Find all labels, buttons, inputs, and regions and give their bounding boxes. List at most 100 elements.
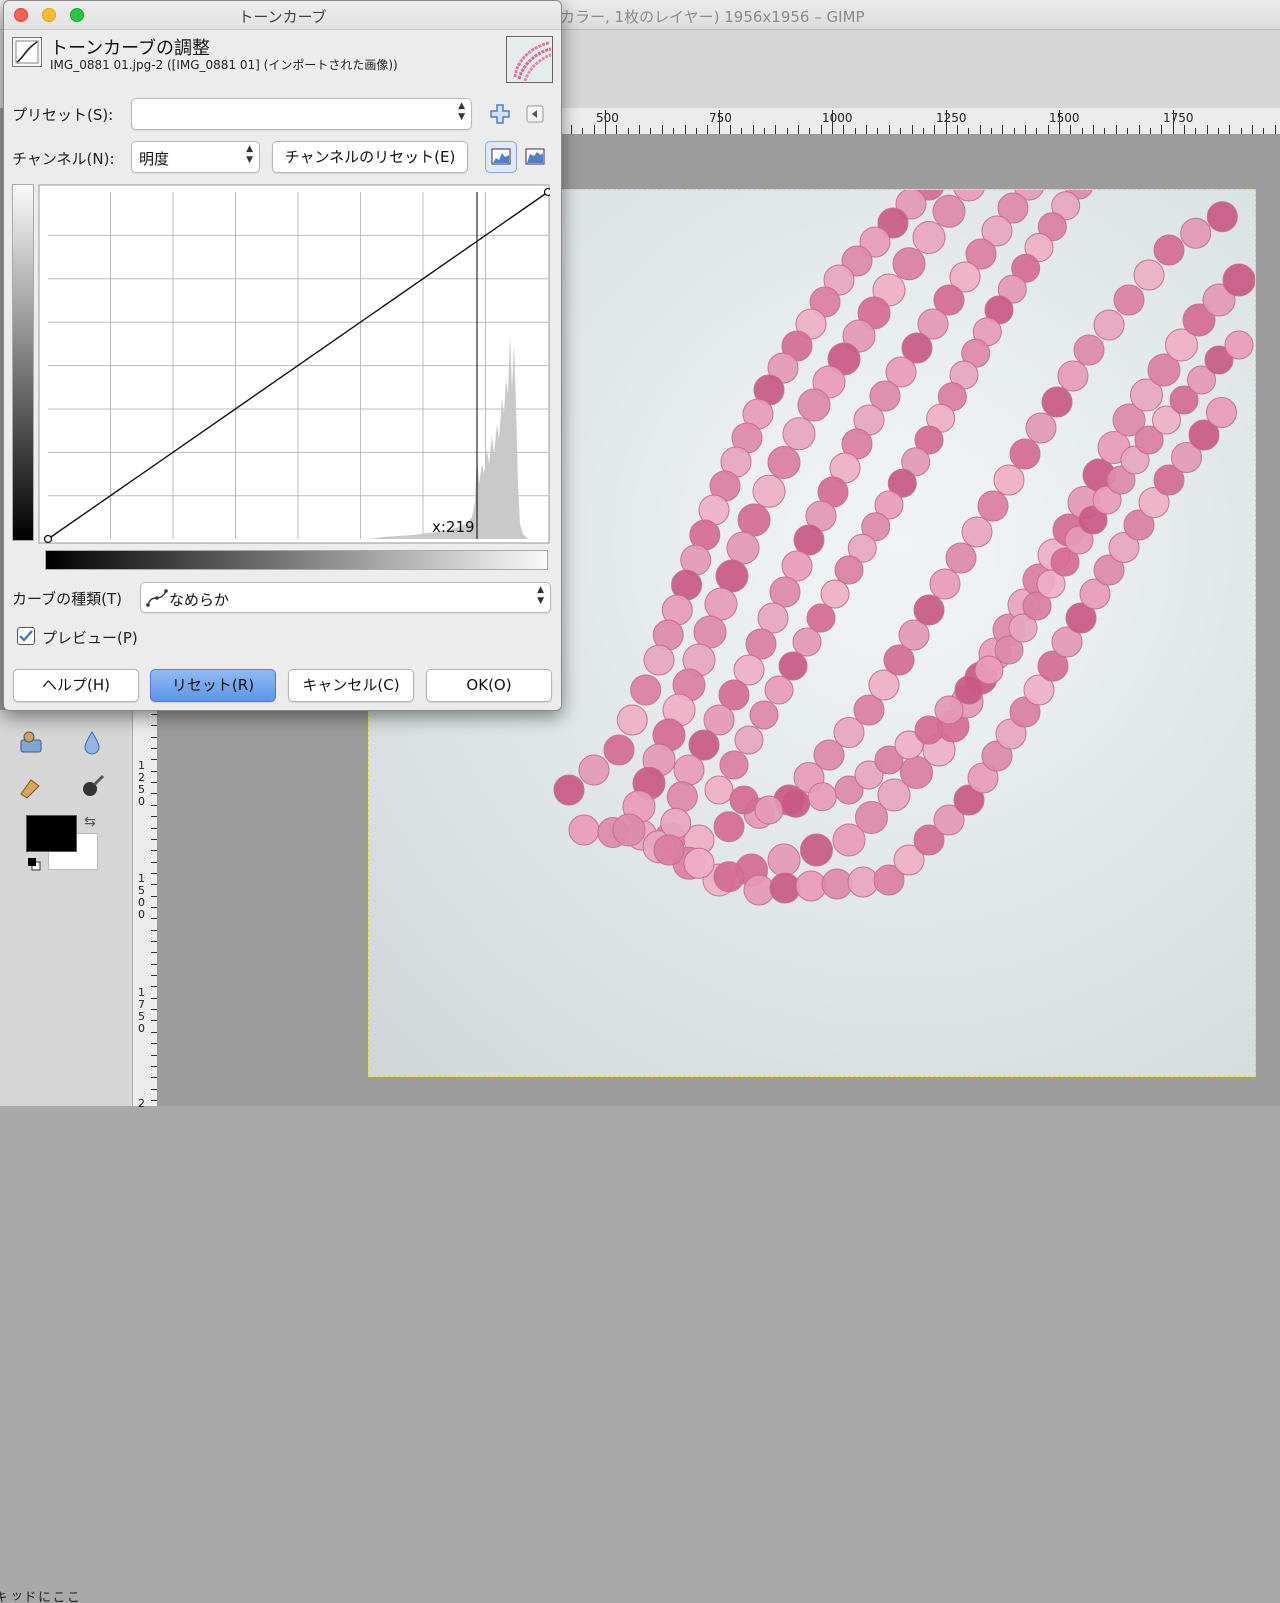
foreground-color-swatch[interactable] [26,815,77,852]
vertical-ruler-label: 1 7 5 0 [138,986,145,1035]
ruler-tick [900,128,902,134]
ruler-tick [151,1099,157,1101]
ruler-tick [729,125,731,134]
bead [834,555,864,585]
ok-button[interactable]: OK(O) [426,669,552,702]
bead [673,754,705,786]
bead [553,774,585,806]
ruler-tick [695,128,697,134]
default-colors-icon[interactable] [27,856,41,871]
bead [1206,397,1237,428]
bead [1093,309,1125,341]
linear-histogram-toggle-icon[interactable] [485,141,517,173]
ruler-tick [1002,125,1004,134]
ruler-tick [582,128,584,134]
curve-type-combo[interactable]: なめらか ▲ ▼ [140,582,551,613]
ruler-tick [1013,128,1015,134]
reset-channel-button[interactable]: チャンネルのリセット(E) [272,141,468,173]
dodge-burn-tool-icon[interactable] [78,772,106,800]
bead [912,221,946,254]
bead [781,550,813,582]
bead [929,568,961,600]
curve-point-white[interactable] [543,187,551,197]
ruler-tick [820,125,822,134]
ruler-tick [1229,125,1231,134]
ruler-label-500: 500 [596,111,619,125]
swap-colors-icon[interactable]: ⇆ [84,814,96,830]
add-preset-icon[interactable] [489,103,511,125]
ruler-tick [1070,125,1072,134]
ruler-tick [832,110,834,134]
ruler-tick [866,125,868,134]
ruler-label-1500: 1500 [1049,111,1080,125]
curve-point-black[interactable] [43,534,53,544]
horizontal-ruler[interactable]: 500 750 1000 1250 1500 1750 [560,108,1280,135]
bead [734,725,764,755]
ruler-tick [763,128,765,134]
preset-label: プリセット(S): [12,106,114,124]
ruler-tick [752,125,754,134]
ruler-tick [1161,125,1163,134]
ruler-label-1250: 1250 [936,111,967,125]
cancel-button[interactable]: キャンセル(C) [288,669,414,702]
ruler-tick [571,125,572,134]
bead [603,734,635,766]
ruler-tick [888,125,890,134]
ruler-tick [673,128,675,134]
ruler-tick [945,110,947,134]
bead [719,750,749,780]
bead [892,247,926,281]
ruler-label-750: 750 [709,111,732,125]
reset-button[interactable]: リセット(R) [150,669,276,702]
clone-stamp-tool-icon[interactable] [17,728,45,756]
bead [757,602,789,634]
ruler-tick [627,128,629,134]
preview-label: プレビュー(P) [42,629,138,647]
bead [797,388,831,422]
help-button[interactable]: ヘルプ(H) [13,669,139,702]
bead [1113,284,1145,316]
ruler-tick [877,128,879,134]
ruler-tick [151,941,157,942]
curve-graph[interactable]: x:219 [38,184,550,544]
bead [653,834,685,866]
ruler-tick [661,125,663,134]
image-thumbnail [506,36,553,83]
blur-tool-icon[interactable] [78,728,106,756]
channel-combo[interactable]: 明度 ▲ ▼ [131,141,260,173]
bead [993,464,1025,496]
vertical-ruler[interactable]: 1 2 5 0 1 5 0 0 1 7 5 0 2 [133,710,158,1110]
ruler-tick [151,850,157,852]
bead [961,516,993,548]
ruler-tick [1036,128,1038,134]
ruler-tick [1081,128,1083,134]
log-histogram-toggle-icon[interactable] [522,144,548,170]
ruler-tick [968,128,970,134]
smudge-tool-icon[interactable] [17,772,45,800]
dialog-titlebar[interactable]: トーンカーブ [4,1,561,30]
bead [793,524,825,556]
ruler-tick [775,125,777,134]
bead [769,872,801,904]
ruler-tick [151,1065,157,1067]
ruler-tick [151,1077,157,1079]
ruler-tick [684,125,686,134]
preset-menu-icon[interactable] [526,105,544,123]
bead [704,775,734,805]
ruler-tick [922,128,924,134]
ruler-tick [1217,128,1219,134]
bead [1224,330,1254,360]
vertical-ruler-label: 1 5 0 0 [138,872,145,921]
bead [743,874,775,906]
ruler-tick [151,884,157,886]
bead [729,785,759,815]
ruler-tick [151,906,157,908]
bead [630,674,662,706]
bead [693,615,727,649]
bead [1009,438,1041,470]
preset-combo[interactable]: ▲ ▼ [131,98,472,130]
ruler-tick [151,872,157,874]
ruler-tick [605,110,607,134]
preview-checkbox[interactable] [17,627,35,645]
ruler-tick [151,770,157,772]
